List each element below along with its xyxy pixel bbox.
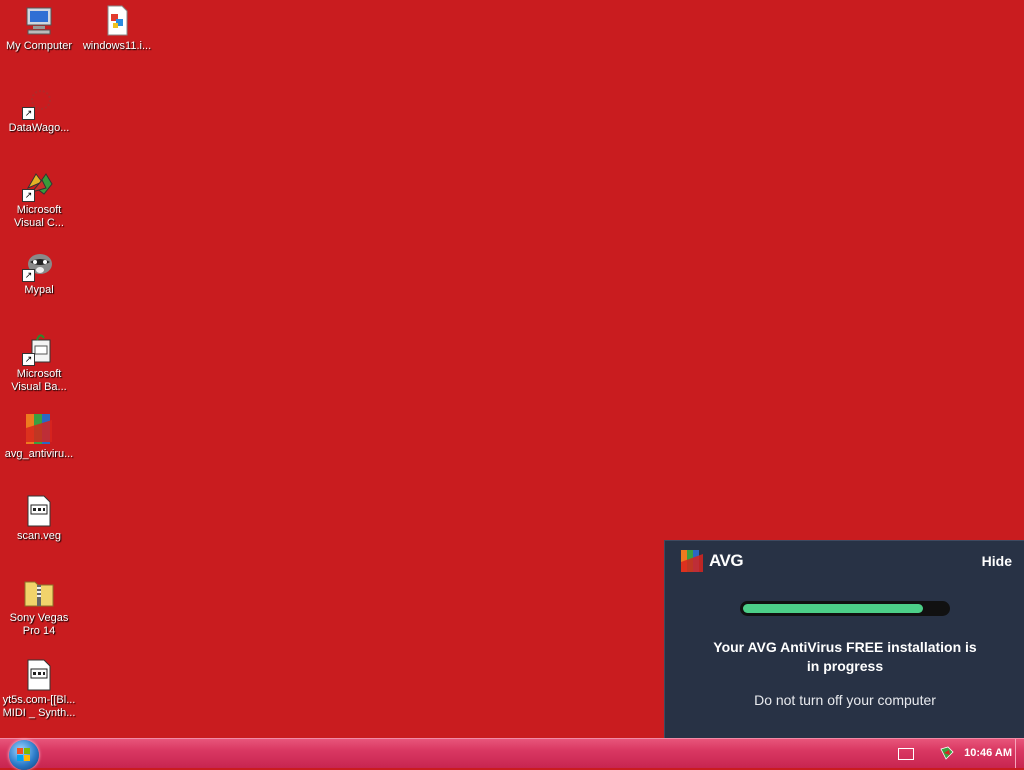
datawagon-icon: ↗ (22, 86, 56, 120)
veg-file-icon (22, 494, 56, 528)
desktop-icon-label: avg_antiviru... (4, 448, 74, 460)
desktop-icon-my-computer[interactable]: My Computer (0, 4, 78, 53)
avg-install-popup: AVG Hide Your AVG AntiVirus FREE install… (664, 540, 1024, 738)
desktop-icon-label: yt5s.com-[[Bl... MIDI _ Synth... (2, 694, 76, 719)
desktop-icon-mypal[interactable]: ↗ Mypal (0, 248, 78, 297)
install-warning-message: Do not turn off your computer (754, 692, 936, 708)
computer-icon (22, 4, 56, 38)
desktop-icon-windows11-image[interactable]: windows11.i... (78, 4, 156, 53)
install-progress-fill (743, 604, 923, 613)
desktop-icon-sony-vegas[interactable]: Sony Vegas Pro 14 (0, 576, 78, 638)
install-progress-bar (740, 601, 950, 616)
windows-logo-icon (17, 748, 30, 761)
shortcut-arrow-icon: ↗ (22, 269, 35, 282)
shortcut-arrow-icon: ↗ (22, 353, 35, 366)
desktop-icon-datawagon[interactable]: ↗ DataWago... (0, 86, 78, 135)
zip-folder-icon (22, 576, 56, 610)
desktop-icon-label: windows11.i... (82, 40, 152, 52)
taskbar-clock[interactable]: 10:46 AM (964, 747, 1012, 759)
desktop-icon-label: My Computer (5, 40, 73, 52)
install-status-message: Your AVG AntiVirus FREE installation is … (695, 638, 995, 676)
desktop-icon-label: Microsoft Visual C... (14, 204, 64, 229)
desktop-icon-visual-c[interactable]: ↗ Microsoft Visual C... (0, 168, 78, 230)
desktop-icon-avg-installer[interactable]: avg_antiviru... (0, 412, 78, 461)
veg-file-icon (22, 658, 56, 692)
keyboard-icon[interactable] (898, 748, 914, 760)
desktop-icon-label: DataWago... (8, 122, 70, 134)
shortcut-arrow-icon: ↗ (22, 107, 35, 120)
visual-basic-icon: ↗ (22, 332, 56, 366)
desktop-icon-yt5s-midi[interactable]: yt5s.com-[[Bl... MIDI _ Synth... (0, 658, 78, 720)
desktop-icon-label: Microsoft Visual Ba... (11, 368, 67, 393)
taskbar: 10:46 AM (0, 738, 1024, 770)
install-status-line2: in progress (806, 658, 884, 674)
desktop-icon-label: Sony Vegas Pro 14 (9, 612, 69, 637)
install-status-line1: Your AVG AntiVirus FREE installation is (713, 639, 977, 655)
visual-c-icon: ↗ (22, 168, 56, 202)
desktop-icon-label: Mypal (24, 284, 54, 296)
image-file-icon (100, 4, 134, 38)
avg-logo: AVG (681, 549, 744, 573)
mypal-raccoon-icon: ↗ (22, 248, 56, 282)
desktop-icon-visual-basic[interactable]: ↗ Microsoft Visual Ba... (0, 332, 78, 394)
avg-logo-icon (681, 550, 705, 572)
avg-brand-text: AVG (709, 551, 744, 570)
avg-tray-icon[interactable] (940, 746, 954, 760)
desktop-icon-label: scan.veg (16, 530, 62, 542)
start-button[interactable] (9, 740, 39, 770)
show-desktop-button[interactable] (1015, 739, 1024, 768)
shortcut-arrow-icon: ↗ (22, 189, 35, 202)
desktop-icon-scan-veg[interactable]: scan.veg (0, 494, 78, 543)
hide-button[interactable]: Hide (982, 553, 1012, 569)
avg-installer-icon (22, 412, 56, 446)
